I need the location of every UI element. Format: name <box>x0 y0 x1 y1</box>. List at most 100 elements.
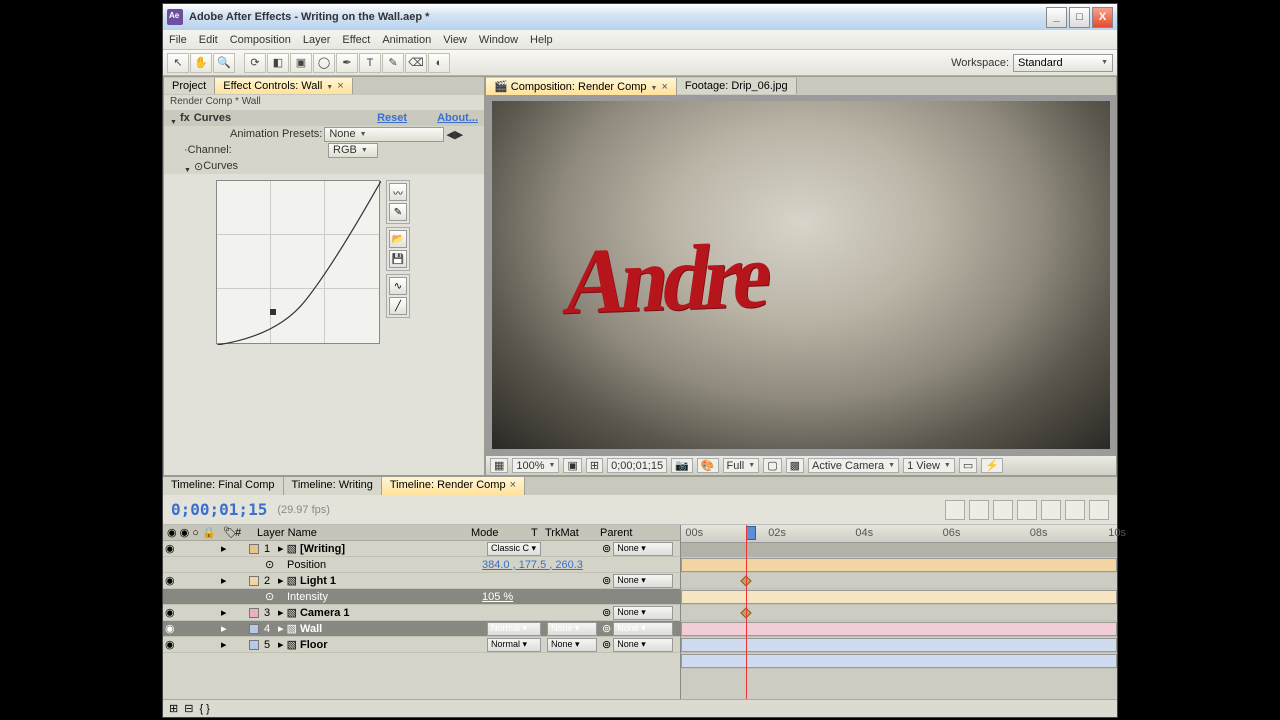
clone-tool[interactable]: ⌫ <box>405 53 427 73</box>
composition-viewer[interactable]: Andre <box>486 95 1116 455</box>
tool-bar: ↖ ✋ 🔍 ⟳ ◧ ▣ ◯ ✒ T ✎ ⌫ ◐ Workspace: Stand… <box>163 50 1117 76</box>
graph-editor-icon[interactable] <box>1089 500 1109 520</box>
timeline-tracks[interactable]: 00s 02s 04s 06s 08s 10s <box>681 525 1117 699</box>
about-link[interactable]: About... <box>437 112 478 124</box>
view-dropdown[interactable]: 1 View <box>903 458 955 473</box>
selection-tool[interactable]: ↖ <box>167 53 189 73</box>
color-icon[interactable]: 🎨 <box>697 458 719 473</box>
curve-bezier-icon[interactable]: 〰 <box>389 183 407 201</box>
comp-flowchart-icon[interactable] <box>945 500 965 520</box>
twirl-icon[interactable] <box>184 163 191 170</box>
menu-view[interactable]: View <box>443 34 467 46</box>
tab-effect-controls[interactable]: Effect Controls: Wall× <box>215 78 352 94</box>
rotate-tool[interactable]: ⟳ <box>244 53 266 73</box>
layer-row[interactable]: ◉ ▸ 5 ▸ ▧Floor Normal ▾ None ▾ ⊚None ▾ <box>163 637 680 653</box>
close-icon[interactable]: × <box>510 479 516 491</box>
text-tool[interactable]: T <box>359 53 381 73</box>
timeline-panel: Timeline: Final Comp Timeline: Writing T… <box>163 476 1117 717</box>
composition-panel: 🎬 Composition: Render Comp× Footage: Dri… <box>485 76 1117 476</box>
layer-row[interactable]: ◉ ▸ 2 ▸ ▧Light 1 ⊚None ▾ <box>163 573 680 589</box>
layer-row[interactable]: ◉ ▸ 1 ▸ ▧[Writing] Classic C ▾ ⊚None ▾ <box>163 541 680 557</box>
minimize-button[interactable]: _ <box>1046 7 1067 28</box>
animation-presets-row: Animation Presets: None ◀▶ <box>164 126 484 142</box>
curve-save-icon[interactable]: 💾 <box>389 250 407 268</box>
menu-help[interactable]: Help <box>530 34 553 46</box>
snapshot-icon[interactable]: 📷 <box>671 458 693 473</box>
brackets-icon[interactable]: { } <box>199 703 209 715</box>
toggle-modes-icon[interactable]: ⊟ <box>184 702 193 715</box>
pan-behind-tool[interactable]: ▣ <box>290 53 312 73</box>
hand-tool[interactable]: ✋ <box>190 53 212 73</box>
curves-row[interactable]: ⊙ Curves <box>164 158 484 174</box>
brainstorm-icon[interactable] <box>1065 500 1085 520</box>
timeline-footer: ⊞ ⊟ { } <box>163 699 1117 717</box>
menu-composition[interactable]: Composition <box>230 34 291 46</box>
property-row[interactable]: ⊙ Position 384.0 , 177.5 , 260.3 <box>163 557 680 573</box>
camera-dropdown[interactable]: Active Camera <box>808 458 899 473</box>
eraser-tool[interactable]: ◐ <box>428 53 450 73</box>
menu-window[interactable]: Window <box>479 34 518 46</box>
channel-row: · Channel: RGB <box>164 142 484 158</box>
effect-source-label: Render Comp * Wall <box>164 95 484 110</box>
curve-pencil-icon[interactable]: ✎ <box>389 203 407 221</box>
motion-blur-icon[interactable] <box>1041 500 1061 520</box>
zoom-dropdown[interactable]: 100% <box>512 458 559 473</box>
tab-timeline-final[interactable]: Timeline: Final Comp <box>163 477 284 495</box>
curves-graph[interactable] <box>216 180 380 344</box>
pixel-aspect-icon[interactable]: ▭ <box>959 458 977 473</box>
graffiti-text: Andre <box>558 222 773 337</box>
shy-icon[interactable] <box>993 500 1013 520</box>
toggle-switches-icon[interactable]: ⊞ <box>169 702 178 715</box>
region-icon[interactable]: ▢ <box>763 458 781 473</box>
menu-file[interactable]: File <box>169 34 187 46</box>
tab-composition[interactable]: 🎬 Composition: Render Comp× <box>486 78 677 95</box>
draft-3d-icon[interactable] <box>969 500 989 520</box>
fast-preview-icon[interactable]: ⚡ <box>981 458 1003 473</box>
zoom-tool[interactable]: 🔍 <box>213 53 235 73</box>
pen-tool[interactable]: ✒ <box>336 53 358 73</box>
time-display[interactable]: 0;00;01;15 <box>607 458 667 473</box>
effect-curves-header[interactable]: fx Curves Reset About... <box>164 110 484 126</box>
twirl-icon[interactable] <box>170 115 177 122</box>
camera-tool[interactable]: ◧ <box>267 53 289 73</box>
window-title: Adobe After Effects - Writing on the Wal… <box>189 11 1046 23</box>
property-row[interactable]: ⊙ Intensity 105 % <box>163 589 680 605</box>
channel-dropdown[interactable]: RGB <box>328 143 378 158</box>
close-button[interactable]: X <box>1092 7 1113 28</box>
close-icon[interactable]: × <box>661 81 667 93</box>
tab-project[interactable]: Project <box>164 78 215 94</box>
tab-timeline-writing[interactable]: Timeline: Writing <box>284 477 382 495</box>
menu-animation[interactable]: Animation <box>382 34 431 46</box>
cti-head[interactable] <box>746 526 756 540</box>
close-icon[interactable]: × <box>337 80 343 92</box>
channel-icon[interactable]: ▣ <box>563 458 581 473</box>
tab-footage[interactable]: Footage: Drip_06.jpg <box>677 78 797 94</box>
curve-linear-icon[interactable]: ╱ <box>389 297 407 315</box>
grid-icon[interactable]: ▦ <box>490 458 508 473</box>
reset-link[interactable]: Reset <box>377 112 407 124</box>
workspace-dropdown[interactable]: Standard <box>1013 54 1113 72</box>
curve-open-icon[interactable]: 📂 <box>389 230 407 248</box>
grid-toggle-icon[interactable]: ⊞ <box>586 458 603 473</box>
shape-tool[interactable]: ◯ <box>313 53 335 73</box>
layer-row[interactable]: ◉ ▸ 4 ▸ ▧Wall Normal ▾ None ▾ ⊚None ▾ <box>163 621 680 637</box>
brush-tool[interactable]: ✎ <box>382 53 404 73</box>
animation-presets-dropdown[interactable]: None <box>324 127 444 142</box>
maximize-button[interactable]: □ <box>1069 7 1090 28</box>
layer-row[interactable]: ◉ ▸ 3 ▸ ▧Camera 1 ⊚None ▾ <box>163 605 680 621</box>
viewer-toolbar: ▦ 100% ▣ ⊞ 0;00;01;15 📷 🎨 Full ▢ ▩ Activ… <box>486 455 1116 475</box>
resolution-dropdown[interactable]: Full <box>723 458 760 473</box>
app-icon <box>167 9 183 25</box>
current-time-indicator[interactable] <box>746 525 747 699</box>
workspace-label: Workspace: <box>951 57 1009 69</box>
menu-edit[interactable]: Edit <box>199 34 218 46</box>
transparency-icon[interactable]: ▩ <box>786 458 804 473</box>
title-bar[interactable]: Adobe After Effects - Writing on the Wal… <box>163 4 1117 30</box>
curve-smooth-icon[interactable]: ∿ <box>389 277 407 295</box>
menu-effect[interactable]: Effect <box>342 34 370 46</box>
frame-blend-icon[interactable] <box>1017 500 1037 520</box>
menu-layer[interactable]: Layer <box>303 34 331 46</box>
current-time[interactable]: 0;00;01;15 <box>171 500 267 519</box>
fps-label: (29.97 fps) <box>277 504 330 516</box>
tab-timeline-render[interactable]: Timeline: Render Comp× <box>382 477 525 495</box>
